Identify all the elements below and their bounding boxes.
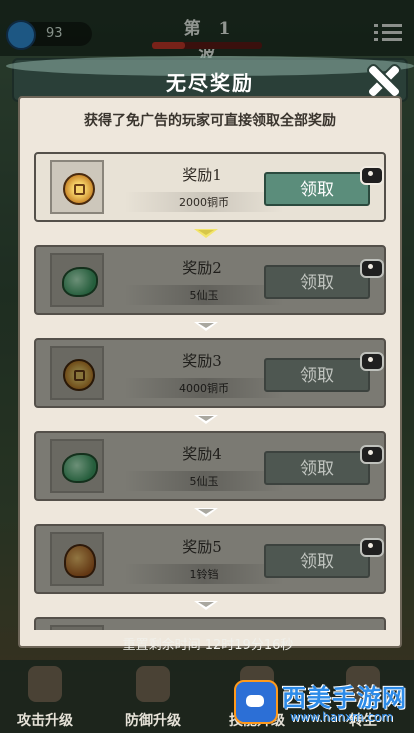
video-ad-icon (360, 538, 384, 557)
chevron-down-icon (194, 601, 218, 610)
reward-card: 奖励1 2000铜币 领取 (34, 152, 386, 222)
claim-button[interactable]: 领取 (264, 172, 370, 206)
reward-name: 奖励4 (182, 445, 222, 463)
jade-icon (62, 267, 98, 297)
ad-free-notice: 获得了免广告的玩家可直接领取全部奖励 (84, 113, 336, 129)
dialog-title: 无尽奖励 (166, 71, 254, 95)
chevron-down-icon (194, 322, 218, 331)
chevron-down-icon (194, 415, 218, 424)
reward-icon-frame (50, 346, 104, 400)
reward-name: 奖励6 (116, 629, 288, 630)
claim-button[interactable]: 领取 (264, 265, 370, 299)
endless-rewards-dialog: 无尽奖励 获得了免广告的玩家可直接领取全部奖励 奖励1 2000铜币 领取 奖励2 5仙… (6, 56, 414, 660)
reward-name: 奖励1 (182, 166, 222, 184)
site-watermark: 西美手游网 www.hanxm.com (232, 676, 408, 728)
chevron-down-icon (194, 508, 218, 517)
reward-card: 奖励4 5仙玉 领取 (34, 431, 386, 501)
reward-name: 奖励3 (182, 352, 222, 370)
close-icon[interactable] (366, 64, 400, 98)
nav-defense-upgrade[interactable]: 防御升级 (108, 664, 198, 730)
reward-name: 奖励5 (182, 538, 222, 556)
bell-icon (64, 544, 96, 578)
shield-icon (136, 666, 170, 702)
reward-name: 奖励2 (182, 259, 222, 277)
rewards-panel: 获得了免广告的玩家可直接领取全部奖励 奖励1 2000铜币 领取 奖励2 5仙玉 领取 奖励… (18, 96, 402, 648)
watermark-url: www.hanxm.com (290, 710, 393, 724)
nav-label: 防御升级 (125, 713, 181, 729)
reward-card: 奖励2 5仙玉 领取 (34, 245, 386, 315)
claim-button[interactable]: 领取 (264, 451, 370, 485)
claim-button[interactable]: 领取 (264, 544, 370, 578)
gamepad-logo-icon (234, 680, 278, 724)
reward-card: 奖励5 1铃铛 领取 (34, 524, 386, 594)
claim-button[interactable]: 领取 (264, 358, 370, 392)
copper-coin-icon (63, 173, 95, 205)
reward-list[interactable]: 奖励1 2000铜币 领取 奖励2 5仙玉 领取 奖励3 4000铜币 领取 奖励4 5仙玉 领取 奖励… (34, 150, 386, 630)
nav-attack-upgrade[interactable]: 攻击升级 (0, 664, 90, 730)
copper-coin-icon (63, 359, 95, 391)
reward-card: 奖励3 4000铜币 领取 (34, 338, 386, 408)
reset-timer: 重置剩余时间 12时19分16秒 (122, 638, 294, 653)
video-ad-icon (360, 445, 384, 464)
reward-icon-frame (50, 253, 104, 307)
reward-icon-frame (50, 532, 104, 586)
nav-label: 攻击升级 (17, 713, 73, 729)
reward-icon-frame (50, 160, 104, 214)
sword-icon (28, 666, 62, 702)
jade-icon (62, 453, 98, 483)
video-ad-icon (360, 166, 384, 185)
watermark-name: 西美手游网 (282, 684, 407, 712)
chevron-down-icon (194, 229, 218, 238)
video-ad-icon (360, 259, 384, 278)
reward-card: 奖励6领取 (34, 617, 386, 630)
reward-icon-frame (50, 625, 104, 630)
reward-icon-frame (50, 439, 104, 493)
video-ad-icon (360, 352, 384, 371)
